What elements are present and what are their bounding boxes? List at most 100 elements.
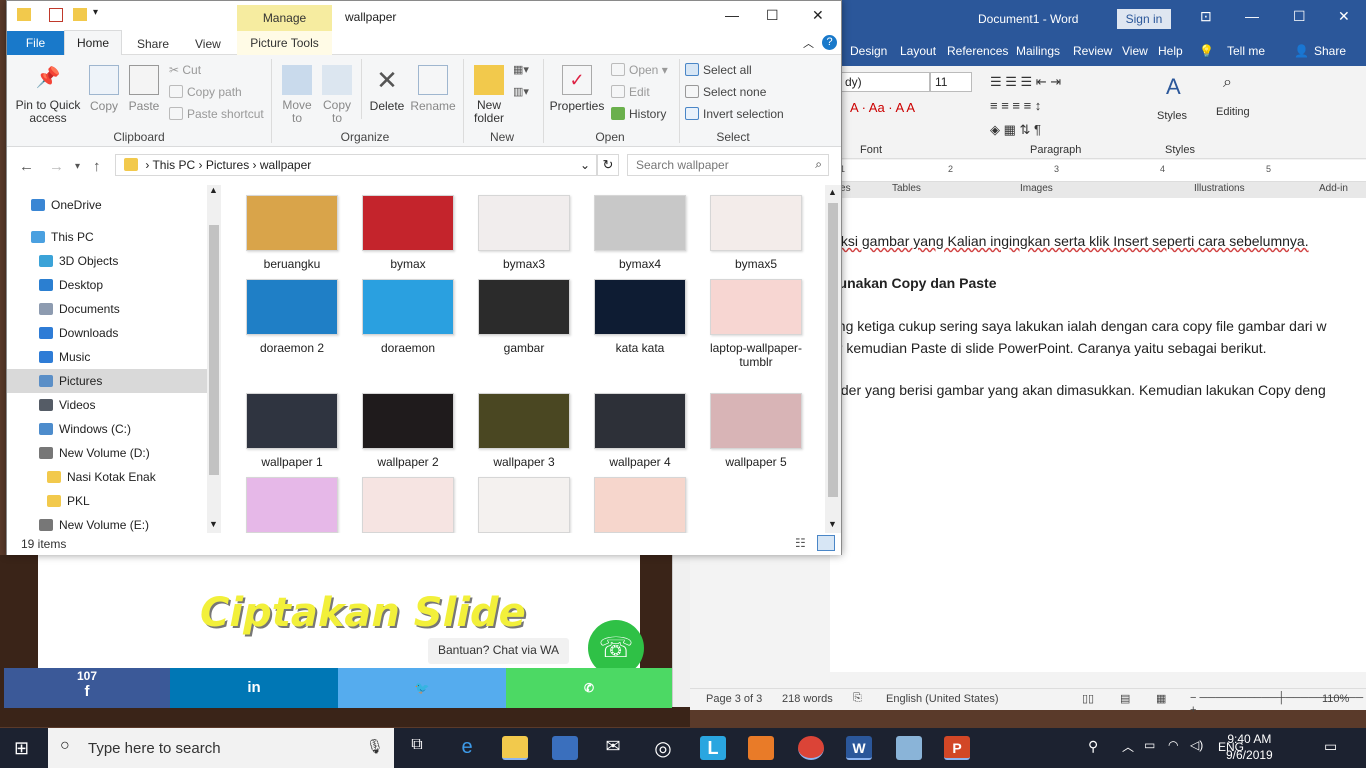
- panel-tab[interactable]: Images: [1020, 183, 1053, 194]
- word-count[interactable]: 218 words: [782, 693, 833, 705]
- refresh-icon[interactable]: ↻: [597, 154, 619, 176]
- mail-icon[interactable]: ✉: [600, 736, 626, 760]
- read-mode-icon[interactable]: ▯▯: [1082, 692, 1094, 705]
- nav-item[interactable]: PKL: [7, 489, 207, 513]
- app-icon[interactable]: [896, 736, 922, 760]
- scroll-down-icon[interactable]: ▼: [828, 519, 837, 529]
- manage-tab[interactable]: Manage: [237, 5, 332, 31]
- proofing-icon[interactable]: ⎘: [853, 692, 862, 705]
- nav-item[interactable]: Videos: [7, 393, 207, 417]
- clock[interactable]: 9:40 AM 9/6/2019: [1226, 731, 1273, 763]
- maximize-icon[interactable]: ☐: [766, 7, 779, 24]
- windows-start-icon[interactable]: ⊞: [14, 738, 29, 759]
- show-hidden-icon[interactable]: ︿: [1122, 738, 1134, 755]
- nav-item[interactable]: Music: [7, 345, 207, 369]
- xampp-icon[interactable]: [748, 736, 774, 760]
- easy-access-icon[interactable]: ▥▾: [513, 85, 529, 98]
- panel-tab[interactable]: Illustrations: [1194, 183, 1245, 194]
- file-item[interactable]: gambar: [467, 279, 581, 355]
- recent-locations-icon[interactable]: ▾: [75, 161, 80, 172]
- store-icon[interactable]: [552, 736, 578, 760]
- copy-path-button[interactable]: Copy path: [169, 85, 242, 99]
- share-facebook-button[interactable]: 107 f: [4, 668, 170, 708]
- shading-icons[interactable]: ◈ ▦ ⇅ ¶: [990, 122, 1041, 138]
- tab-home[interactable]: Home: [64, 30, 122, 55]
- edge-icon[interactable]: e: [454, 736, 480, 760]
- file-item[interactable]: kata kata: [583, 279, 697, 355]
- file-item[interactable]: beruangku: [235, 195, 349, 271]
- large-icons-view-icon[interactable]: [817, 535, 835, 551]
- panel-tab[interactable]: Tables: [892, 183, 921, 194]
- styles-icon[interactable]: A: [1166, 74, 1181, 100]
- nav-item[interactable]: This PC: [7, 225, 207, 249]
- tab-layout[interactable]: Layout: [900, 44, 936, 58]
- nav-item[interactable]: Desktop: [7, 273, 207, 297]
- sign-in-button[interactable]: Sign in: [1117, 9, 1171, 29]
- nav-item[interactable]: OneDrive: [7, 193, 207, 217]
- tab-mailings[interactable]: Mailings: [1016, 44, 1060, 58]
- chrome-icon[interactable]: [798, 736, 824, 760]
- battery-icon[interactable]: ▭: [1144, 738, 1155, 752]
- file-item[interactable]: laptop-wallpaper-tumblr: [699, 279, 813, 369]
- file-item[interactable]: bymax5: [699, 195, 813, 271]
- file-item[interactable]: wallpaper 5: [699, 393, 813, 469]
- taskbar-search[interactable]: ○ Type here to search 🎙: [48, 728, 394, 768]
- breadcrumb-pictures[interactable]: Pictures: [206, 158, 249, 172]
- language-status[interactable]: English (United States): [886, 693, 999, 705]
- page-count[interactable]: Page 3 of 3: [706, 693, 762, 705]
- minimize-icon[interactable]: —: [725, 7, 739, 23]
- properties-button[interactable]: ✓ Properties: [547, 65, 607, 113]
- nav-item[interactable]: New Volume (D:): [7, 441, 207, 465]
- edit-button[interactable]: Edit: [611, 85, 650, 99]
- file-item[interactable]: [467, 477, 581, 533]
- move-to-button[interactable]: Move to: [279, 65, 315, 125]
- chevron-down-icon[interactable]: ⌄: [580, 158, 590, 172]
- nav-item[interactable]: Pictures: [7, 369, 207, 393]
- tab-file[interactable]: File: [7, 31, 64, 55]
- panel-tab[interactable]: Add-in: [1319, 183, 1348, 194]
- select-none-button[interactable]: Select none: [685, 85, 766, 99]
- tab-share[interactable]: Share: [137, 37, 169, 51]
- font-size-select[interactable]: 11: [930, 72, 972, 92]
- notifications-icon[interactable]: ▭: [1324, 738, 1337, 755]
- document-page[interactable]: leksi gambar yang Kalian ingingkan serta…: [830, 198, 1366, 672]
- l-app-icon[interactable]: L: [700, 736, 726, 760]
- pin-quick-access-button[interactable]: 📌 Pin to Quick access: [11, 65, 85, 125]
- file-item[interactable]: doraemon 2: [235, 279, 349, 355]
- details-view-icon[interactable]: ☷: [795, 536, 806, 550]
- align-icons[interactable]: ≡ ≡ ≡ ≡ ↕: [990, 98, 1041, 113]
- content-scrollbar[interactable]: ▲ ▼: [825, 185, 841, 533]
- open-button[interactable]: Open ▾: [611, 63, 668, 77]
- nav-item[interactable]: Windows (C:): [7, 417, 207, 441]
- task-view-icon[interactable]: ⧉: [404, 736, 430, 760]
- file-item[interactable]: [235, 477, 349, 533]
- address-bar[interactable]: › This PC › Pictures › wallpaper ⌄: [115, 154, 597, 176]
- horizontal-ruler[interactable]: 1 2 3 4 5: [830, 160, 1366, 182]
- file-item[interactable]: [583, 477, 697, 533]
- invert-selection-button[interactable]: Invert selection: [685, 107, 784, 121]
- volume-icon[interactable]: ◁): [1190, 738, 1203, 752]
- share-twitter-button[interactable]: 🐦: [338, 668, 506, 708]
- paste-button[interactable]: Paste: [127, 65, 161, 113]
- scrollbar-thumb[interactable]: [209, 225, 219, 475]
- web-layout-icon[interactable]: ▦: [1156, 692, 1166, 705]
- font-name-select[interactable]: dy): [840, 72, 930, 92]
- zoom-level[interactable]: 110%: [1322, 693, 1349, 705]
- word-icon[interactable]: W: [846, 736, 872, 760]
- close-icon[interactable]: ✕: [812, 7, 824, 24]
- nav-scrollbar[interactable]: ▲ ▼: [207, 185, 221, 533]
- up-icon[interactable]: ↑: [93, 158, 101, 175]
- ribbon-display-icon[interactable]: ⊡: [1200, 8, 1212, 25]
- search-icon[interactable]: ⌕: [1223, 74, 1232, 92]
- history-button[interactable]: History: [611, 107, 666, 121]
- people-icon[interactable]: ⚲: [1088, 738, 1098, 755]
- print-layout-icon[interactable]: ▤: [1120, 692, 1130, 705]
- cut-button[interactable]: ✂ Cut: [169, 63, 201, 77]
- editing-button[interactable]: Editing: [1216, 106, 1250, 118]
- help-icon[interactable]: ?: [822, 35, 837, 50]
- microphone-icon[interactable]: 🎙: [366, 738, 384, 755]
- collapse-ribbon-icon[interactable]: ︿: [803, 35, 814, 51]
- new-item-icon[interactable]: ▦▾: [513, 63, 529, 76]
- tab-help[interactable]: Help: [1158, 44, 1183, 58]
- scroll-up-icon[interactable]: ▲: [209, 185, 218, 195]
